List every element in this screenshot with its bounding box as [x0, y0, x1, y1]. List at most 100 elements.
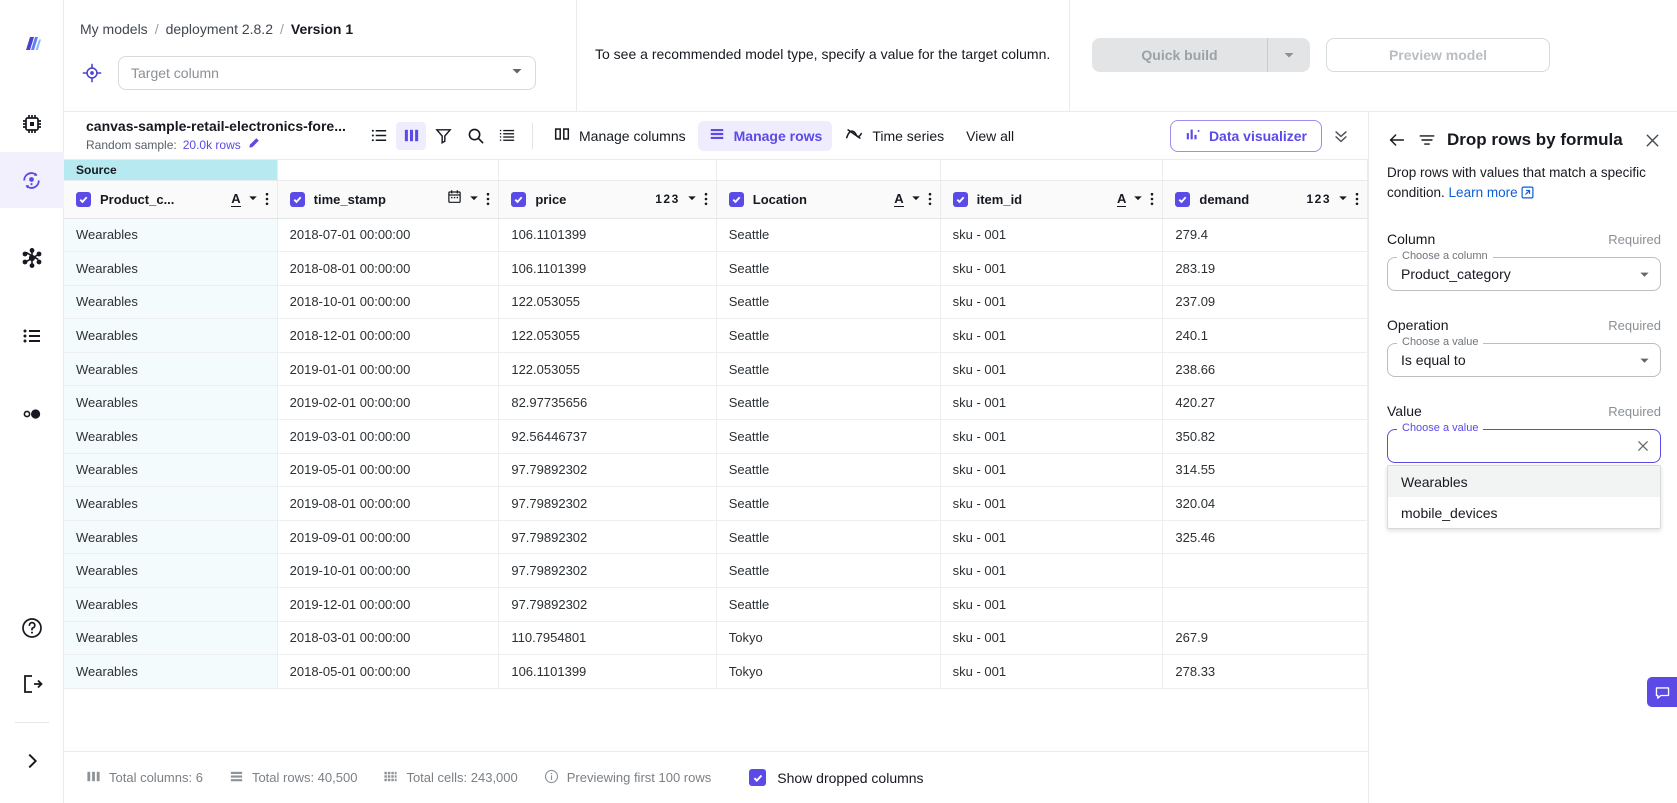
table-cell[interactable]: sku - 001 [940, 621, 1163, 655]
value-option[interactable]: mobile_devices [1388, 497, 1660, 528]
chat-support-icon[interactable] [1647, 677, 1677, 707]
table-cell[interactable]: 2018-12-01 00:00:00 [277, 319, 499, 353]
table-cell[interactable]: sku - 001 [940, 588, 1163, 622]
asterisk-node-icon[interactable] [0, 230, 64, 286]
chevron-down-icon[interactable] [1338, 190, 1348, 208]
table-cell[interactable]: Wearables [64, 520, 277, 554]
table-cell[interactable]: Wearables [64, 218, 277, 252]
table-cell[interactable]: 2019-05-01 00:00:00 [277, 453, 499, 487]
table-cell[interactable]: sku - 001 [940, 386, 1163, 420]
table-row[interactable]: Wearables2019-12-01 00:00:0097.79892302S… [64, 588, 1368, 622]
filter-icon[interactable] [428, 122, 458, 150]
table-cell[interactable]: sku - 001 [940, 655, 1163, 689]
chip-icon[interactable] [0, 96, 64, 152]
table-cell[interactable]: sku - 001 [940, 420, 1163, 454]
manage-columns-button[interactable]: Manage columns [543, 121, 696, 151]
table-cell[interactable]: sku - 001 [940, 487, 1163, 521]
view-all-button[interactable]: View all [956, 121, 1024, 151]
data-grid[interactable]: Source [64, 160, 1368, 751]
table-cell[interactable]: Tokyo [716, 621, 940, 655]
circles-icon[interactable] [0, 386, 64, 442]
preview-model-button[interactable]: Preview model [1326, 38, 1550, 72]
operation-select[interactable]: Choose a value Is equal to [1387, 343, 1661, 377]
show-dropped-columns-checkbox[interactable] [749, 769, 766, 786]
table-cell[interactable]: 97.79892302 [499, 554, 716, 588]
column-menu-icon[interactable] [1355, 192, 1359, 206]
table-cell[interactable]: 314.55 [1163, 453, 1368, 487]
sagemaker-logo-icon[interactable] [0, 18, 64, 74]
table-cell[interactable] [1163, 554, 1368, 588]
column-menu-icon[interactable] [1150, 192, 1154, 206]
column-header-item-id[interactable]: item_id A [940, 180, 1163, 218]
value-select[interactable]: Choose a value [1387, 429, 1661, 463]
table-cell[interactable]: 267.9 [1163, 621, 1368, 655]
table-cell[interactable]: 240.1 [1163, 319, 1368, 353]
table-cell[interactable]: 350.82 [1163, 420, 1368, 454]
chevron-right-icon[interactable] [0, 733, 64, 789]
table-row[interactable]: Wearables2018-05-01 00:00:00106.1101399T… [64, 655, 1368, 689]
table-row[interactable]: Wearables2019-02-01 00:00:0082.97735656S… [64, 386, 1368, 420]
search-icon[interactable] [460, 122, 490, 150]
chevron-down-icon[interactable] [248, 190, 258, 208]
table-cell[interactable]: sku - 001 [940, 352, 1163, 386]
table-cell[interactable]: Seattle [716, 218, 940, 252]
table-cell[interactable]: 122.053055 [499, 352, 716, 386]
column-checkbox[interactable] [290, 192, 305, 207]
table-cell[interactable]: 2019-08-01 00:00:00 [277, 487, 499, 521]
column-checkbox[interactable] [953, 192, 968, 207]
table-cell[interactable]: 122.053055 [499, 285, 716, 319]
table-cell[interactable]: 97.79892302 [499, 453, 716, 487]
table-cell[interactable]: 2018-10-01 00:00:00 [277, 285, 499, 319]
table-cell[interactable]: Seattle [716, 252, 940, 286]
table-cell[interactable]: Wearables [64, 352, 277, 386]
table-cell[interactable]: 2018-05-01 00:00:00 [277, 655, 499, 689]
table-cell[interactable]: 420.27 [1163, 386, 1368, 420]
table-cell[interactable]: 92.56446737 [499, 420, 716, 454]
table-cell[interactable] [1163, 588, 1368, 622]
table-cell[interactable]: sku - 001 [940, 554, 1163, 588]
quick-build-dropdown-button[interactable] [1268, 38, 1310, 72]
column-checkbox[interactable] [511, 192, 526, 207]
table-row[interactable]: Wearables2018-08-01 00:00:00106.1101399S… [64, 252, 1368, 286]
close-icon[interactable] [1644, 132, 1661, 149]
table-cell[interactable]: Wearables [64, 588, 277, 622]
table-cell[interactable]: sku - 001 [940, 285, 1163, 319]
show-dropped-columns-toggle[interactable]: Show dropped columns [749, 769, 923, 786]
table-cell[interactable]: Seattle [716, 352, 940, 386]
logout-icon[interactable] [0, 656, 64, 712]
table-cell[interactable]: 2018-03-01 00:00:00 [277, 621, 499, 655]
back-arrow-icon[interactable] [1387, 130, 1407, 150]
table-cell[interactable]: Wearables [64, 319, 277, 353]
table-cell[interactable]: Wearables [64, 554, 277, 588]
table-cell[interactable]: Seattle [716, 487, 940, 521]
table-cell[interactable]: 97.79892302 [499, 487, 716, 521]
column-header-time-stamp[interactable]: time_stamp [277, 180, 499, 218]
table-cell[interactable]: 2019-10-01 00:00:00 [277, 554, 499, 588]
column-checkbox[interactable] [729, 192, 744, 207]
table-cell[interactable]: 237.09 [1163, 285, 1368, 319]
breadcrumb-deployment[interactable]: deployment 2.8.2 [166, 21, 273, 37]
table-cell[interactable]: Wearables [64, 386, 277, 420]
column-menu-icon[interactable] [486, 192, 490, 206]
column-menu-icon[interactable] [704, 192, 708, 206]
table-cell[interactable]: 278.33 [1163, 655, 1368, 689]
quick-build-button[interactable]: Quick build [1092, 38, 1268, 72]
table-cell[interactable]: sku - 001 [940, 520, 1163, 554]
table-cell[interactable]: Seattle [716, 588, 940, 622]
table-row[interactable]: Wearables2019-01-01 00:00:00122.053055Se… [64, 352, 1368, 386]
table-cell[interactable]: Wearables [64, 655, 277, 689]
table-cell[interactable]: 2018-07-01 00:00:00 [277, 218, 499, 252]
list-icon[interactable] [0, 308, 64, 364]
table-cell[interactable]: 110.7954801 [499, 621, 716, 655]
table-cell[interactable]: 82.97735656 [499, 386, 716, 420]
table-row[interactable]: Wearables2019-08-01 00:00:0097.79892302S… [64, 487, 1368, 521]
table-cell[interactable]: 2019-02-01 00:00:00 [277, 386, 499, 420]
column-menu-icon[interactable] [928, 192, 932, 206]
chevron-down-icon[interactable] [1639, 355, 1650, 366]
column-checkbox[interactable] [1175, 192, 1190, 207]
list-view-icon[interactable] [364, 122, 394, 150]
table-cell[interactable]: 279.4 [1163, 218, 1368, 252]
table-cell[interactable]: 283.19 [1163, 252, 1368, 286]
table-cell[interactable]: sku - 001 [940, 252, 1163, 286]
value-option[interactable]: Wearables [1388, 466, 1660, 497]
